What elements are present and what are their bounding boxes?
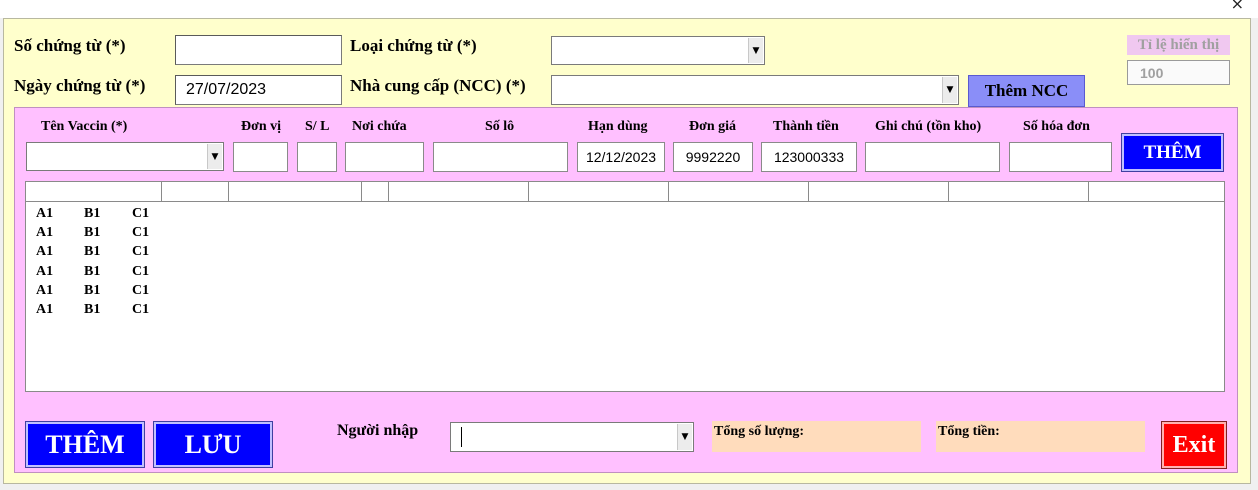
ti-le-label: Tỉ lệ hiển thị xyxy=(1127,35,1230,55)
han-dung-input[interactable]: 12/12/2023 xyxy=(577,142,665,172)
list-header xyxy=(26,182,1224,202)
so-chung-tu-label: Số chứng từ (*) xyxy=(14,36,126,55)
nha-cung-cap-select[interactable]: ▼ xyxy=(551,75,959,105)
col-noi-chua: Nơi chứa xyxy=(352,119,407,134)
col-sl: S/ L xyxy=(305,119,330,134)
chevron-down-icon[interactable]: ▼ xyxy=(677,424,692,450)
list-item[interactable]: A1 B1 C1 xyxy=(36,300,180,319)
list-item[interactable]: A1 B1 C1 xyxy=(36,262,180,281)
chevron-down-icon[interactable]: ▼ xyxy=(942,77,957,103)
nha-cung-cap-label: Nhà cung cấp (NCC) (*) xyxy=(350,76,526,95)
sl-input[interactable] xyxy=(297,142,337,172)
luu-button[interactable]: LƯU xyxy=(153,421,273,468)
col-don-gia: Đơn giá xyxy=(689,119,737,134)
col-ghi-chu: Ghi chú (tồn kho) xyxy=(875,119,982,134)
so-lo-input[interactable] xyxy=(433,142,568,172)
chevron-down-icon[interactable]: ▼ xyxy=(748,38,763,63)
item-list[interactable]: A1 B1 C1 A1 B1 C1 A1 B1 C1 A1 B1 C1 A1 B1 C1 A1 B1 C… xyxy=(25,181,1225,392)
list-rows: A1 B1 C1 A1 B1 C1 A1 B1 C1 A1 B1 C1 A1 B1 C1 A1 B1 C… xyxy=(36,204,180,319)
chevron-down-icon[interactable]: ▼ xyxy=(207,144,222,169)
loai-chung-tu-select[interactable]: ▼ xyxy=(551,36,765,65)
them-button[interactable]: THÊM xyxy=(25,421,145,468)
col-ten-vaccin: Tên Vaccin (*) xyxy=(41,119,128,134)
exit-button[interactable]: Exit xyxy=(1161,421,1227,469)
loai-chung-tu-label: Loại chứng từ (*) xyxy=(350,36,477,55)
nguoi-nhap-select[interactable]: ▼ xyxy=(450,422,694,452)
ten-vaccin-select[interactable]: ▼ xyxy=(26,142,224,171)
col-so-lo: Số lô xyxy=(485,119,515,134)
text-caret xyxy=(461,427,462,447)
tong-so-luong: Tổng số lượng: xyxy=(712,421,921,452)
list-item[interactable]: A1 B1 C1 xyxy=(36,242,180,261)
col-thanh-tien: Thành tiền xyxy=(773,119,839,134)
col-don-vi: Đơn vị xyxy=(241,119,282,134)
list-item[interactable]: A1 B1 C1 xyxy=(36,204,180,223)
col-han-dung: Hạn dùng xyxy=(588,119,648,134)
so-hoa-don-input[interactable] xyxy=(1009,142,1112,172)
ngay-chung-tu-input[interactable]: 27/07/2023 xyxy=(175,75,342,105)
col-so-hoa-don: Số hóa đơn xyxy=(1023,119,1090,134)
tong-tien: Tổng tiền: xyxy=(936,421,1145,452)
noi-chua-input[interactable] xyxy=(345,142,424,172)
nguoi-nhap-label: Người nhập xyxy=(337,422,419,439)
list-item[interactable]: A1 B1 C1 xyxy=(36,223,180,242)
ghi-chu-input[interactable] xyxy=(865,142,1000,172)
list-item[interactable]: A1 B1 C1 xyxy=(36,281,180,300)
ngay-chung-tu-label: Ngày chứng từ (*) xyxy=(14,76,146,95)
so-chung-tu-input[interactable] xyxy=(175,35,342,65)
don-gia-input[interactable]: 9992220 xyxy=(673,142,753,172)
them-detail-button[interactable]: THÊM xyxy=(1121,133,1224,172)
them-ncc-button[interactable]: Thêm NCC xyxy=(968,75,1085,107)
title-bar xyxy=(0,0,1258,18)
close-icon[interactable]: × xyxy=(1231,0,1244,13)
don-vi-input[interactable] xyxy=(233,142,288,172)
ti-le-input[interactable]: 100 xyxy=(1127,60,1230,85)
thanh-tien-input[interactable]: 123000333 xyxy=(761,142,857,172)
